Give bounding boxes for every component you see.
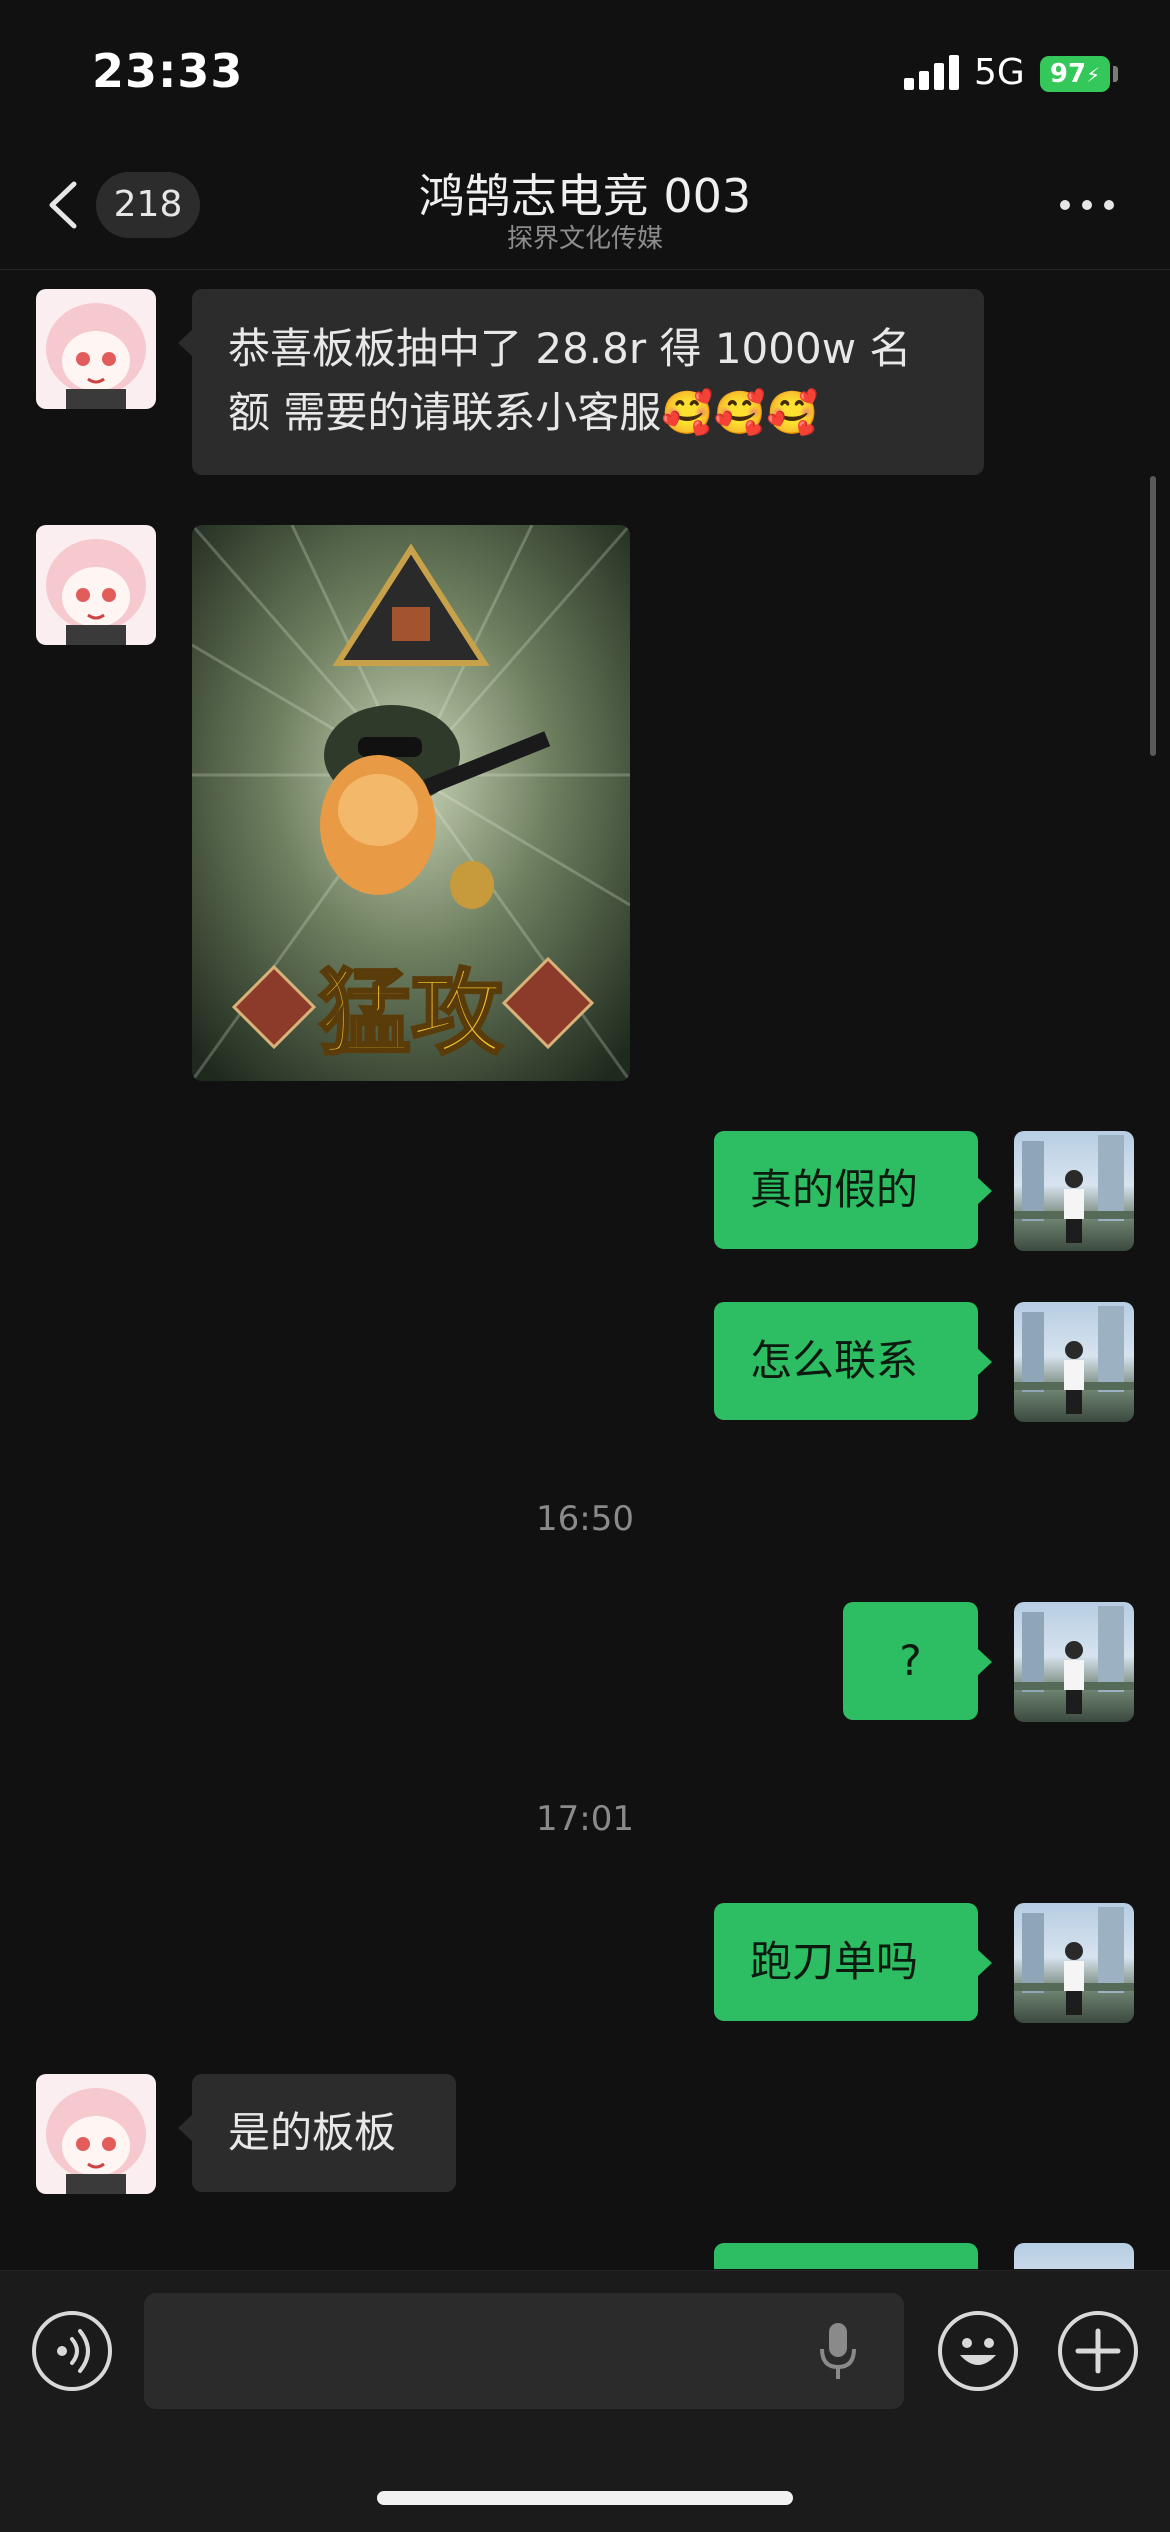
- chat-title: 鸿鹄志电竞 003: [418, 169, 752, 223]
- message-text: 恭喜板板抽中了 28.8r 得 1000w 名额 需要的请联系小客服🥰🥰🥰: [228, 324, 912, 437]
- battery-level: 97: [1049, 59, 1087, 89]
- contact-avatar[interactable]: [36, 2074, 156, 2194]
- emoji-button[interactable]: [938, 2311, 1018, 2391]
- home-indicator[interactable]: [377, 2491, 793, 2505]
- microphone-icon[interactable]: [818, 2321, 858, 2381]
- message-bubble[interactable]: 恭喜板板抽中了 28.8r 得 1000w 名额 需要的请联系小客服🥰🥰🥰: [178, 289, 984, 475]
- signal-icon: [904, 54, 960, 90]
- voice-button[interactable]: [32, 2311, 112, 2391]
- message-text: 怎么联系: [750, 1336, 919, 1385]
- status-time: 23:33: [92, 44, 244, 98]
- message-text: 真的假的: [750, 1165, 919, 1214]
- meme-image: 猛攻: [192, 525, 630, 1081]
- voice-icon: [57, 2329, 90, 2373]
- scrollbar[interactable]: [1150, 476, 1156, 756]
- status-bar: 23:33 5G 97⚡: [0, 0, 1170, 140]
- plus-button[interactable]: [1058, 2311, 1138, 2391]
- self-avatar[interactable]: [1014, 2243, 1134, 2269]
- self-avatar[interactable]: [1014, 1903, 1134, 2023]
- message-text: ?: [899, 1636, 922, 1685]
- message-bubble[interactable]: ?: [843, 1602, 992, 1720]
- timestamp: 17:01: [536, 1799, 634, 1839]
- timestamp: 16:50: [536, 1499, 634, 1539]
- image-message[interactable]: 猛攻: [192, 525, 630, 1081]
- message-bubble[interactable]: 真的假的: [714, 1131, 992, 1249]
- message-bubble-partial[interactable]: [714, 2243, 978, 2269]
- self-avatar[interactable]: [1014, 1302, 1134, 1422]
- image-caption: 猛攻: [319, 960, 504, 1067]
- message-input[interactable]: [144, 2293, 904, 2409]
- battery-icon: 97⚡: [1040, 56, 1110, 92]
- battery-tip: [1113, 66, 1118, 82]
- more-icon: [1060, 200, 1070, 210]
- contact-avatar[interactable]: [36, 289, 156, 409]
- emoji-icon: [960, 2338, 996, 2365]
- chat-header: 218 鸿鹄志电竞 003 探界文化传媒: [0, 140, 1170, 270]
- self-avatar[interactable]: [1014, 1602, 1134, 1722]
- contact-avatar[interactable]: [36, 525, 156, 645]
- network-label: 5G: [974, 52, 1025, 93]
- message-bubble[interactable]: 怎么联系: [714, 1302, 992, 1420]
- message-text: 是的板板: [228, 2108, 397, 2157]
- message-bubble[interactable]: 跑刀单吗: [714, 1903, 992, 2021]
- message-bubble[interactable]: 是的板板: [178, 2074, 456, 2192]
- chat-screen: 23:33 5G 97⚡ 218 鸿鹄志电竞 003 探界文化传媒 恭喜板板抽中…: [0, 0, 1170, 2532]
- chat-subtitle: 探界文化传媒: [506, 224, 663, 254]
- plus-icon: [1075, 2328, 1121, 2374]
- more-button[interactable]: [1060, 200, 1116, 216]
- message-text: 跑刀单吗: [750, 1937, 919, 1986]
- self-avatar[interactable]: [1014, 1131, 1134, 1251]
- message-list[interactable]: 恭喜板板抽中了 28.8r 得 1000w 名额 需要的请联系小客服🥰🥰🥰 猛攻…: [0, 271, 1170, 2269]
